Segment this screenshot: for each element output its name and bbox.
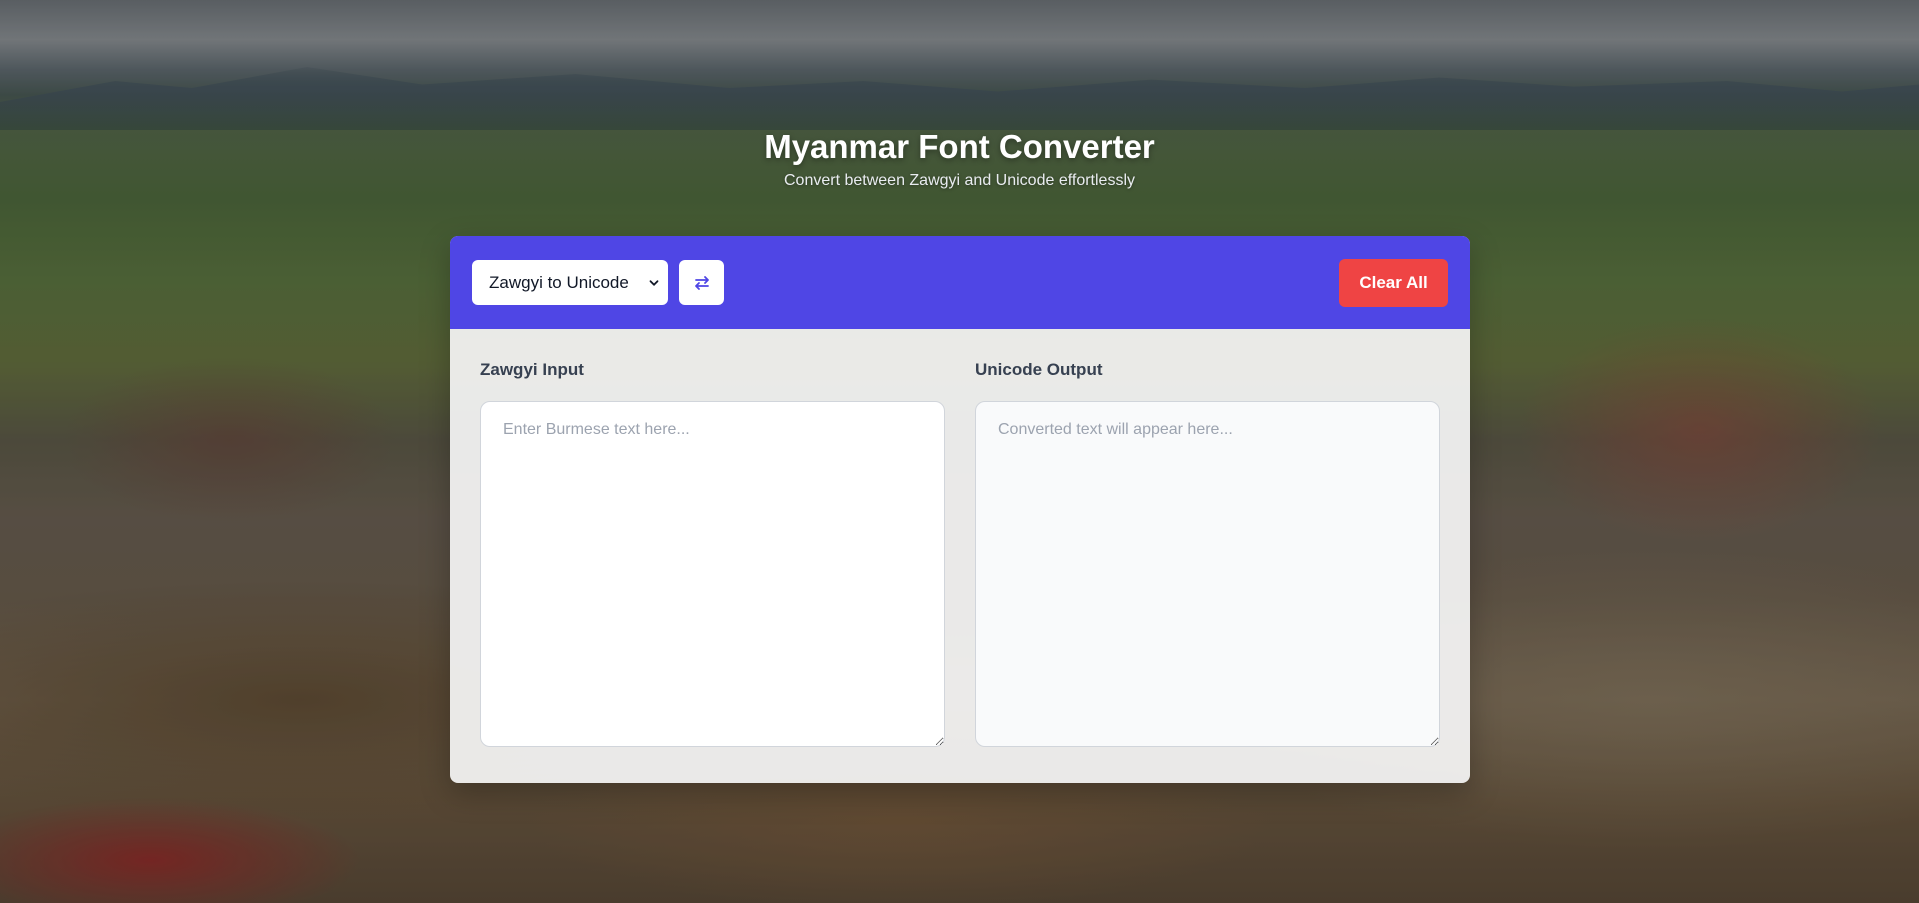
page-subtitle: Convert between Zawgyi and Unicode effor… <box>784 172 1135 189</box>
conversion-mode-select[interactable]: Zawgyi to Unicode <box>472 260 668 305</box>
zawgyi-input-field[interactable] <box>480 401 945 747</box>
clear-all-button[interactable]: Clear All <box>1339 258 1448 307</box>
swap-direction-button[interactable] <box>679 260 724 305</box>
chevron-down-icon <box>649 279 659 286</box>
converter-toolbar: Zawgyi to Unicode Clear All <box>450 236 1470 329</box>
unicode-output-field[interactable] <box>975 401 1440 747</box>
swap-arrows-icon <box>694 275 709 290</box>
input-pane: Zawgyi Input <box>480 359 945 747</box>
page: Myanmar Font Converter Convert between Z… <box>0 0 1919 903</box>
output-label: Unicode Output <box>975 360 1103 379</box>
converter-card: Zawgyi to Unicode Clear All Zawgyi Input <box>450 236 1470 783</box>
page-title: Myanmar Font Converter <box>764 128 1155 165</box>
page-header: Myanmar Font Converter Convert between Z… <box>0 124 1919 192</box>
converter-panes: Zawgyi Input Unicode Output <box>450 329 1470 747</box>
output-pane: Unicode Output <box>975 359 1440 747</box>
input-label: Zawgyi Input <box>480 360 584 379</box>
conversion-mode-value: Zawgyi to Unicode <box>489 272 629 292</box>
